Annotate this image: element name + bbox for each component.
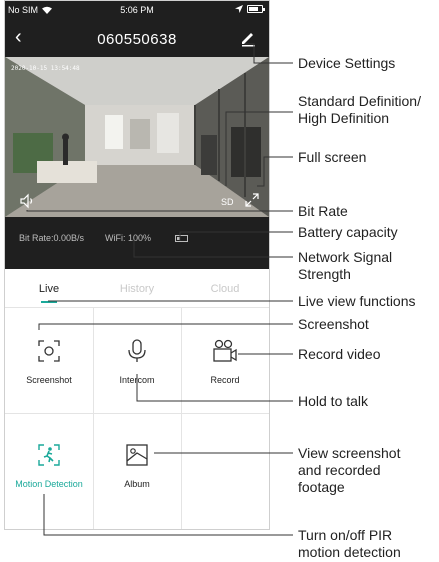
callout-definition-line1: Standard Definition/ [298,93,421,109]
callout-view-line1: View screenshot [298,445,401,461]
callout-definition: Standard Definition/ High Definition [298,93,421,127]
callout-hold-to-talk: Hold to talk [298,393,369,409]
callout-screenshot: Screenshot [298,316,369,332]
callout-network-line2: Strength [298,266,351,282]
callout-definition-line2: High Definition [298,110,390,126]
callout-view-footage: View screenshot and recorded footage [298,445,400,496]
callout-pir-line2: motion detection [298,544,401,560]
callout-view-line2: and recorded [298,462,381,478]
callout-network: Network Signal Strength [298,249,392,283]
callout-bit-rate: Bit Rate [298,203,348,219]
callout-live-view: Live view functions [298,293,416,309]
callout-record-video: Record video [298,346,381,362]
callout-pir: Turn on/off PIR motion detection [298,527,401,561]
callout-full-screen: Full screen [298,149,367,165]
callout-battery-capacity: Battery capacity [298,224,398,240]
callout-pir-line1: Turn on/off PIR [298,527,393,543]
callout-view-line3: footage [298,479,345,495]
callout-network-line1: Network Signal [298,249,393,265]
callout-device-settings: Device Settings [298,55,396,71]
